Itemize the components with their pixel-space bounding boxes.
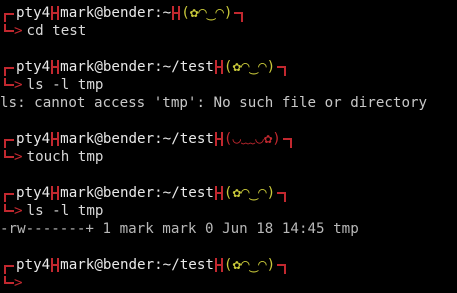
user-host-path: mark@bender:~/test — [60, 131, 214, 147]
command-line: > ls -l tmp — [0, 76, 457, 94]
tty-label: pty4 — [16, 257, 51, 273]
corner-tail-icon — [277, 66, 287, 76]
user-host-path: mark@bender:~/test — [60, 185, 214, 201]
prompt-block-3: pty4 mark@bender:~/test (◡﹏◡✿) > touch tmp — [0, 130, 457, 166]
prompt-arrow-icon: > — [14, 275, 23, 291]
corner-top-icon — [4, 67, 14, 76]
mood-face: (✿◠‿◠) — [223, 257, 276, 273]
separator-icon — [171, 6, 181, 20]
command-line: > touch tmp — [0, 148, 457, 166]
prompt-arrow-icon: > — [14, 77, 23, 93]
corner-top-icon — [4, 193, 14, 202]
separator-icon — [50, 6, 60, 20]
tty-label: pty4 — [16, 131, 51, 147]
mood-face: (✿◠‿◠) — [223, 59, 276, 75]
corner-top-icon — [4, 13, 14, 22]
prompt-arrow-icon: > — [14, 23, 23, 39]
separator-icon — [214, 258, 224, 272]
separator-icon — [50, 132, 60, 146]
prompt-block-1: pty4 mark@bender:~ (✿◠‿◠) > cd test — [0, 4, 457, 40]
prompt-hook-icon — [4, 24, 14, 32]
corner-tail-icon — [277, 192, 287, 202]
corner-tail-icon — [282, 138, 292, 148]
prompt-header-line: pty4 mark@bender:~/test (✿◠‿◠) — [0, 58, 457, 76]
corner-top-icon — [4, 265, 14, 274]
separator-icon — [214, 132, 224, 146]
separator-icon — [214, 60, 224, 74]
command-line: > ls -l tmp — [0, 202, 457, 220]
mood-face: (✿◠‿◠) — [181, 5, 233, 21]
prompt-block-2: pty4 mark@bender:~/test (✿◠‿◠) > ls -l tmp … — [0, 58, 457, 112]
mood-face: (◡﹏◡✿) — [223, 131, 281, 147]
prompt-arrow-icon: > — [14, 149, 23, 165]
prompt-block-4: pty4 mark@bender:~/test (✿◠‿◠) > ls -l tmp … — [0, 184, 457, 238]
prompt-hook-icon — [4, 78, 14, 86]
separator-icon — [50, 258, 60, 272]
prompt-hook-icon — [4, 204, 14, 212]
prompt-header-line: pty4 mark@bender:~/test (✿◠‿◠) — [0, 184, 457, 202]
command-input-line[interactable]: > — [0, 274, 457, 292]
tty-label: pty4 — [16, 5, 51, 21]
command-text: cd test — [26, 23, 87, 39]
prompt-header-line: pty4 mark@bender:~ (✿◠‿◠) — [0, 4, 457, 22]
command-text: ls -l tmp — [26, 203, 104, 219]
command-text: touch tmp — [26, 149, 104, 165]
separator-icon — [214, 186, 224, 200]
user-host-path: mark@bender:~/test — [60, 257, 214, 273]
user-host-path: mark@bender:~ — [60, 5, 172, 21]
tty-label: pty4 — [16, 59, 51, 75]
prompt-block-current: pty4 mark@bender:~/test (✿◠‿◠) > — [0, 256, 457, 292]
prompt-header-line: pty4 mark@bender:~/test (◡﹏◡✿) — [0, 130, 457, 148]
command-text: ls -l tmp — [26, 77, 104, 93]
mood-face: (✿◠‿◠) — [223, 185, 276, 201]
corner-top-icon — [4, 139, 14, 148]
command-output-line: -rw-------+ 1 mark mark 0 Jun 18 14:45 t… — [0, 221, 359, 237]
user-host-path: mark@bender:~/test — [60, 59, 214, 75]
command-line: > cd test — [0, 22, 457, 40]
separator-icon — [50, 186, 60, 200]
corner-tail-icon — [277, 264, 287, 274]
prompt-hook-icon — [4, 276, 14, 284]
terminal-window[interactable]: pty4 mark@bender:~ (✿◠‿◠) > cd test pty4 mar… — [0, 0, 457, 293]
corner-tail-icon — [234, 12, 244, 22]
prompt-header-line: pty4 mark@bender:~/test (✿◠‿◠) — [0, 256, 457, 274]
command-output-line: ls: cannot access 'tmp': No such file or… — [0, 95, 428, 111]
prompt-hook-icon — [4, 150, 14, 158]
tty-label: pty4 — [16, 185, 51, 201]
prompt-arrow-icon: > — [14, 203, 23, 219]
separator-icon — [50, 60, 60, 74]
